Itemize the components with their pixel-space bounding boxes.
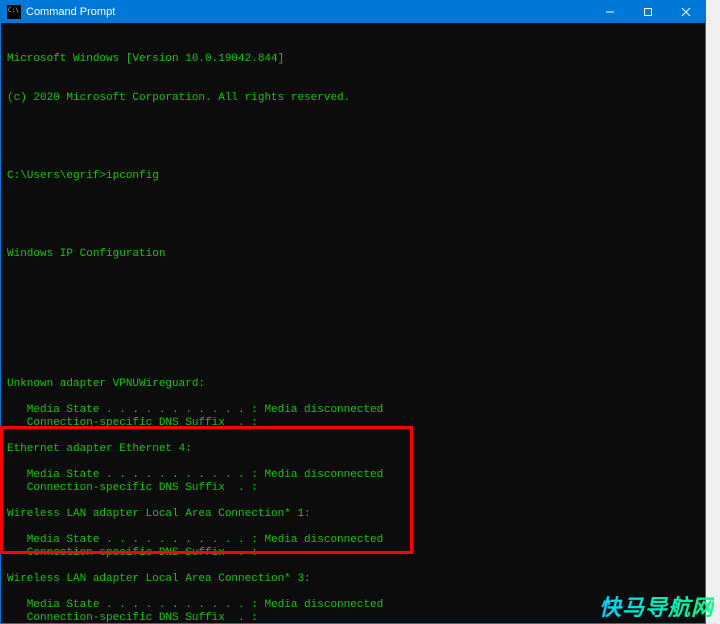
- adapter-title: Wireless LAN adapter Local Area Connecti…: [7, 508, 705, 521]
- adapter-row: Media State . . . . . . . . . . . : Medi…: [7, 404, 705, 417]
- maximize-button[interactable]: [629, 1, 667, 23]
- adapter-row: Media State . . . . . . . . . . . : Medi…: [7, 534, 705, 547]
- prompt-line: C:\Users\egrif>ipconfig: [7, 170, 705, 183]
- adapter-row: Media State . . . . . . . . . . . : Medi…: [7, 469, 705, 482]
- prompt-path: C:\Users\egrif>: [7, 170, 106, 182]
- os-version-line: Microsoft Windows [Version 10.0.19042.84…: [7, 53, 705, 66]
- cmd-icon: [7, 5, 21, 19]
- adapter-row: Connection-specific DNS Suffix . :: [7, 482, 705, 495]
- command-prompt-window: Command Prompt Microsoft Windows [Versio…: [0, 0, 706, 624]
- adapter-row: Media State . . . . . . . . . . . : Medi…: [7, 599, 705, 612]
- maximize-icon: [643, 7, 653, 17]
- titlebar[interactable]: Command Prompt: [1, 1, 705, 23]
- copyright-line: (c) 2020 Microsoft Corporation. All righ…: [7, 92, 705, 105]
- adapter-row: Connection-specific DNS Suffix . :: [7, 612, 705, 623]
- window-title: Command Prompt: [26, 6, 115, 18]
- config-header: Windows IP Configuration: [7, 248, 705, 261]
- minimize-button[interactable]: [591, 1, 629, 23]
- adapter-title: Ethernet adapter Ethernet 4:: [7, 443, 705, 456]
- adapter-row: Connection-specific DNS Suffix . :: [7, 417, 705, 430]
- adapter-row: Connection-specific DNS Suffix . :: [7, 547, 705, 560]
- terminal-output[interactable]: Microsoft Windows [Version 10.0.19042.84…: [1, 23, 705, 623]
- close-icon: [681, 7, 691, 17]
- adapter-title: Wireless LAN adapter Local Area Connecti…: [7, 573, 705, 586]
- adapter-title: Unknown adapter VPNUWireguard:: [7, 378, 705, 391]
- prompt-command: ipconfig: [106, 170, 159, 182]
- minimize-icon: [605, 7, 615, 17]
- close-button[interactable]: [667, 1, 705, 23]
